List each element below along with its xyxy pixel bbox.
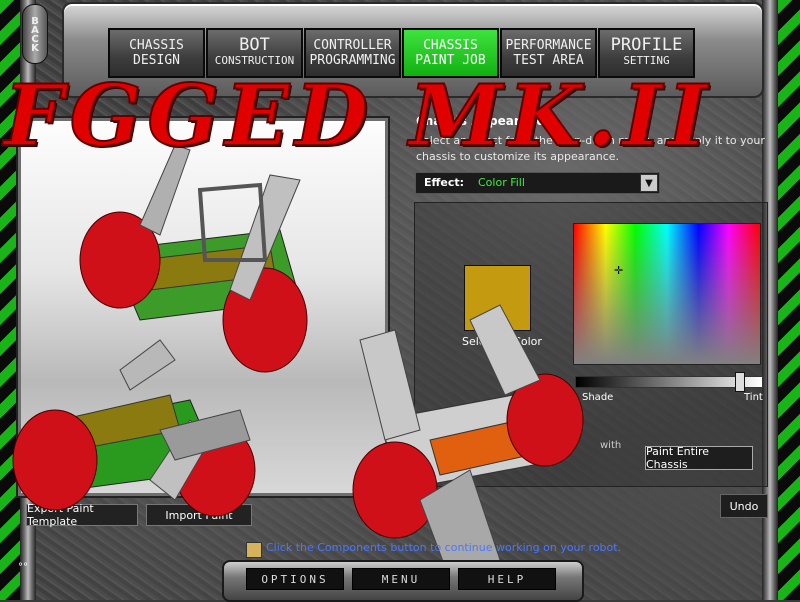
robot-render-2 bbox=[12, 339, 256, 517]
options-button[interactable]: OPTIONS bbox=[246, 568, 344, 590]
robot-render-1 bbox=[79, 144, 308, 373]
hint-text: Click the Components button to continue … bbox=[266, 541, 622, 554]
cursor-icon: °° bbox=[18, 562, 28, 573]
robot-render-3 bbox=[352, 304, 584, 581]
help-button[interactable]: HELP bbox=[458, 568, 556, 590]
hint-icon bbox=[246, 542, 262, 558]
menu-button[interactable]: MENU bbox=[352, 568, 450, 590]
robot-name-logo: FGGED MK.II bbox=[3, 65, 714, 166]
